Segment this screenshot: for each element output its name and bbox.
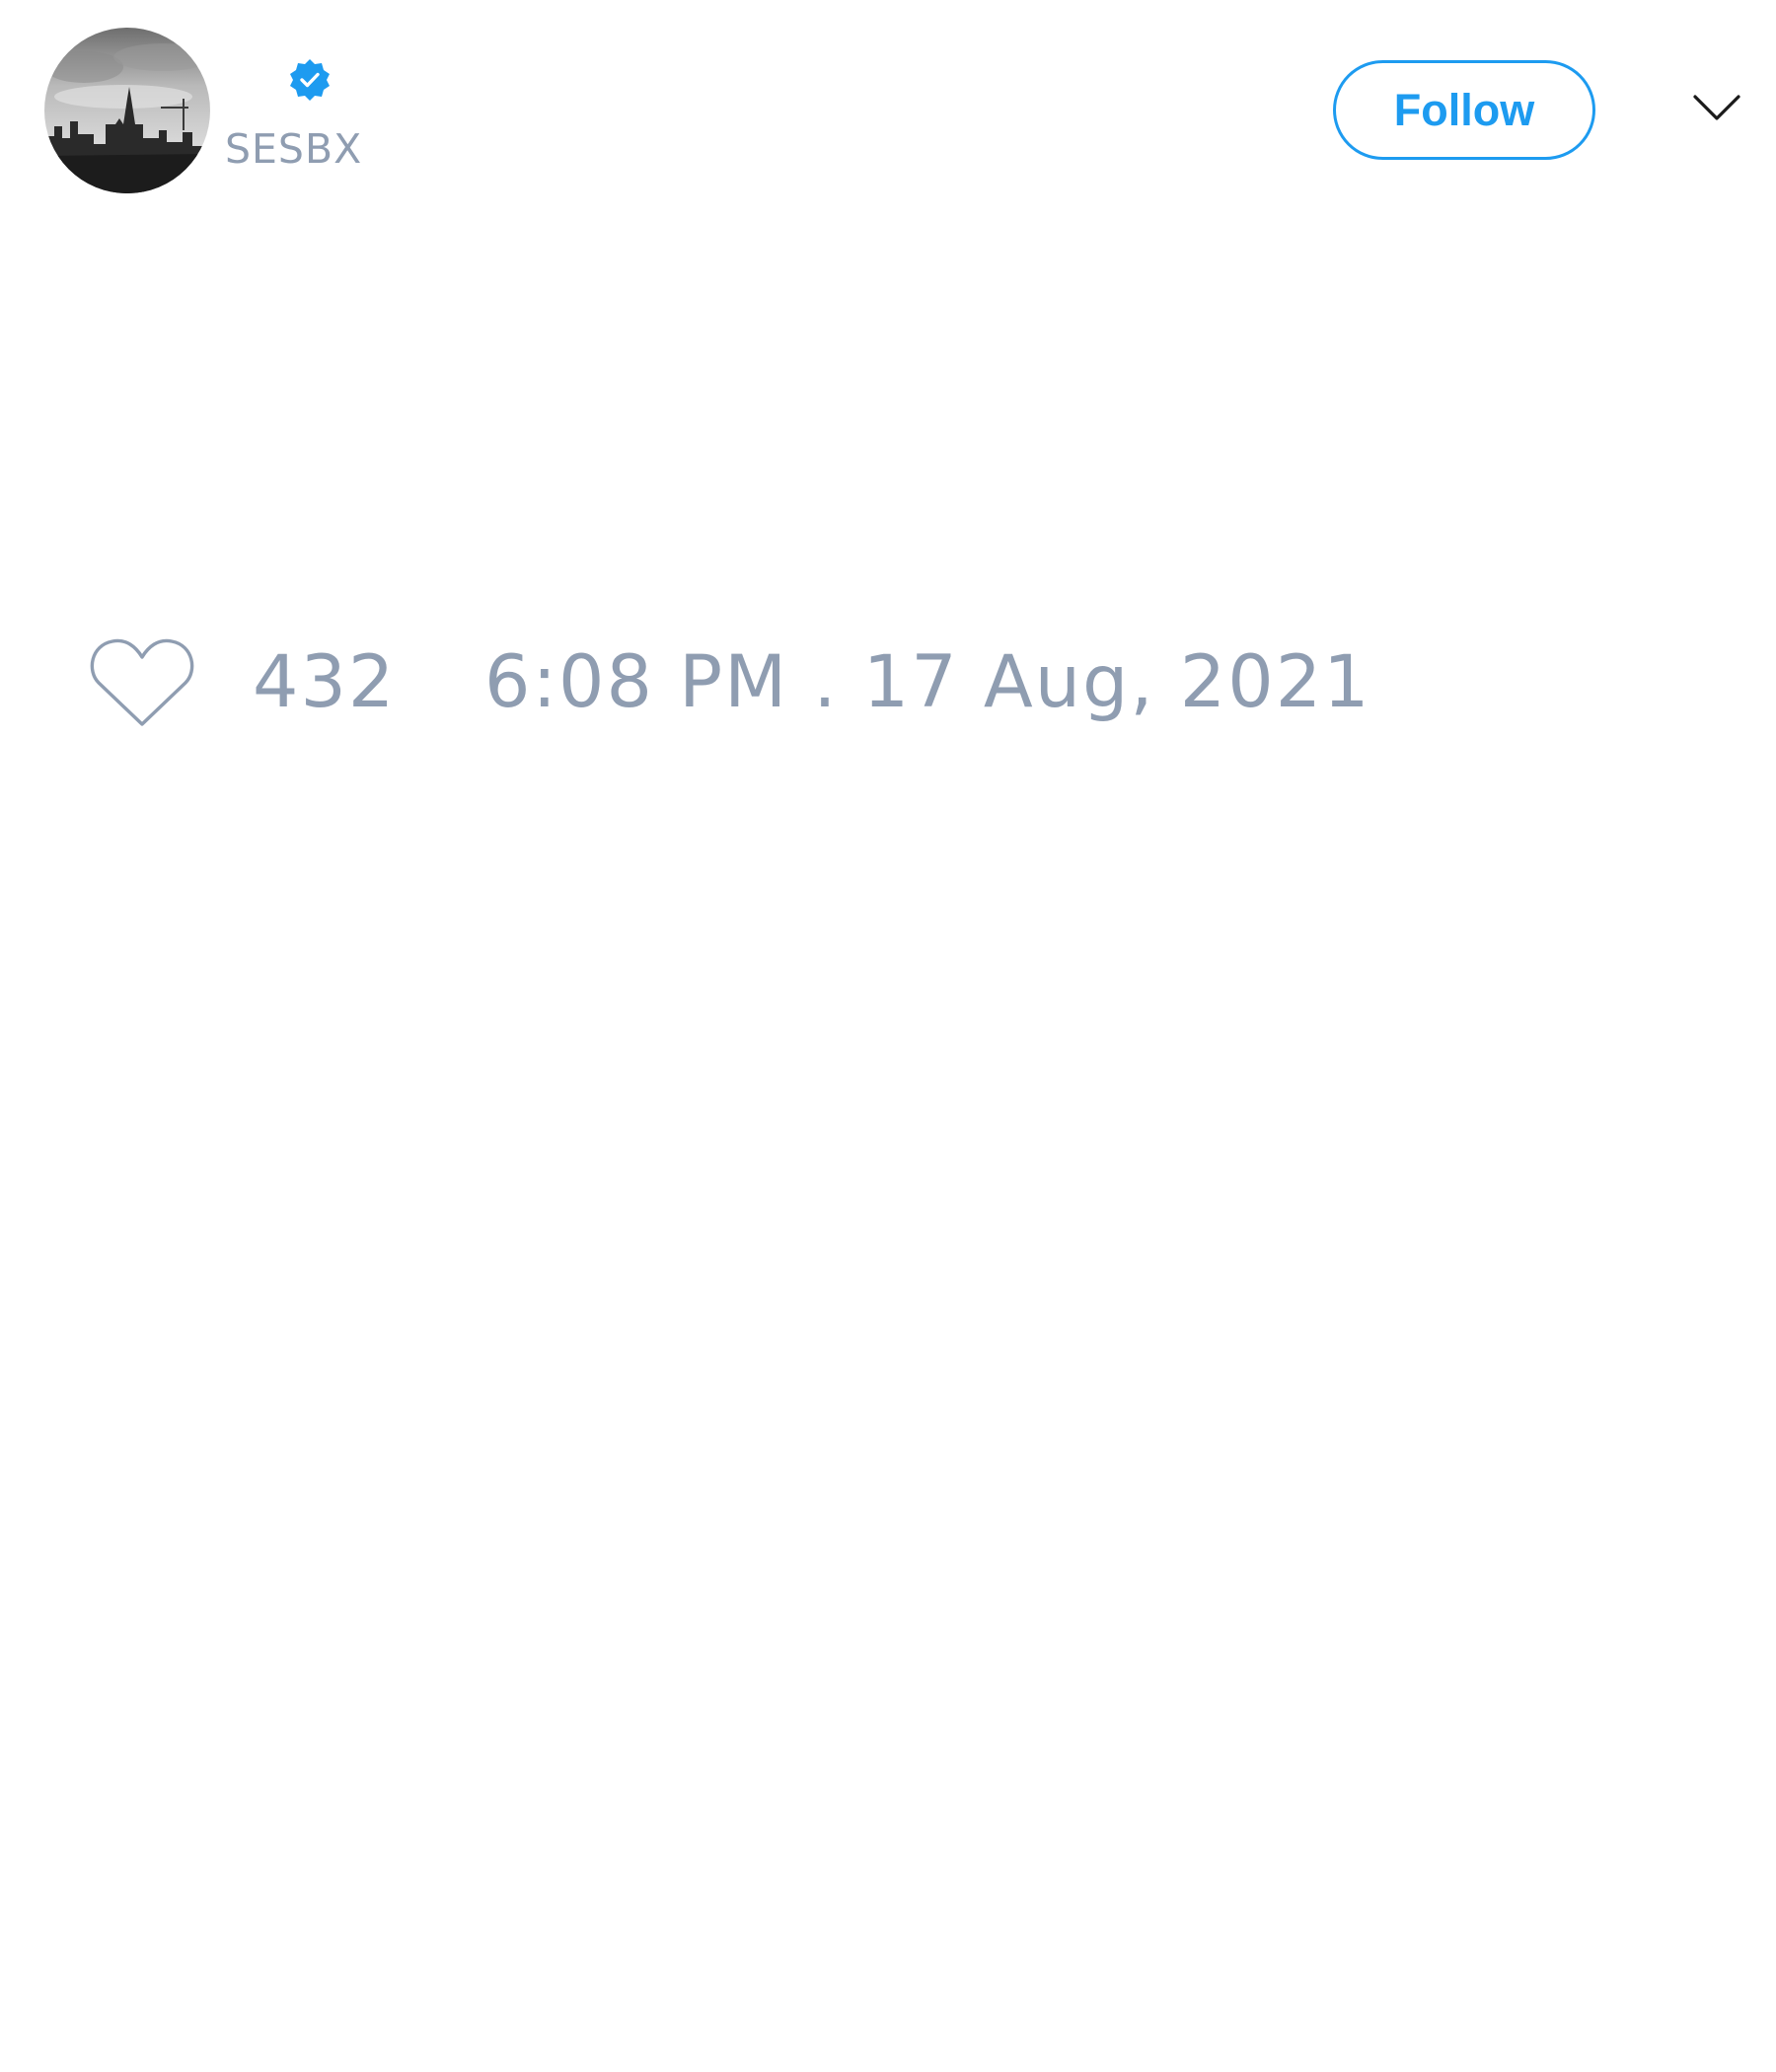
avatar[interactable] — [44, 28, 210, 193]
tweet-timestamp[interactable]: 6:08 PM . 17 Aug, 2021 — [484, 643, 1371, 722]
author-handle[interactable]: SESBX — [225, 124, 362, 174]
heart-outline-icon[interactable] — [89, 635, 195, 730]
follow-button[interactable]: Follow — [1333, 60, 1595, 160]
avatar-image — [44, 28, 210, 193]
tweet-card: SESBX Follow 432 6:08 PM . 17 Aug, 2021 — [0, 0, 1776, 2072]
like-count: 432 — [253, 640, 397, 724]
chevron-down-icon[interactable] — [1692, 91, 1741, 124]
verified-badge-icon — [290, 59, 330, 101]
